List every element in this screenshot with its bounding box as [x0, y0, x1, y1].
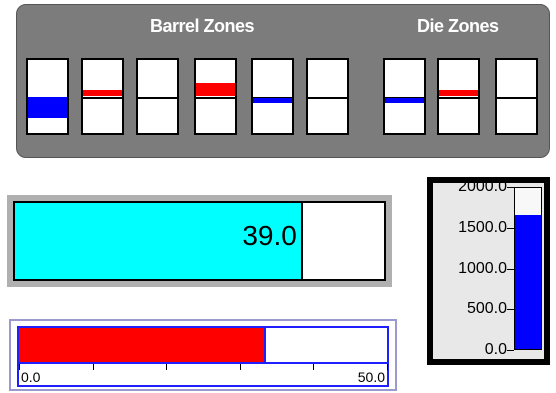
horizontal-bar-track: 39.0 — [13, 201, 386, 281]
red-bar-tick — [387, 364, 388, 370]
vertical-gauge-tick — [507, 268, 514, 270]
barrel-zones-title: Barrel Zones — [150, 16, 255, 36]
die-zones-title: Die Zones — [417, 16, 499, 36]
vertical-gauge-face: 2000.0 1500.0 1000.0 500.0 0.0 — [433, 178, 544, 359]
barrel-zone-5 — [251, 58, 294, 135]
zones-panel: Barrel Zones Die Zones — [16, 4, 550, 158]
vertical-gauge: 2000.0 1500.0 1000.0 500.0 0.0 — [427, 177, 550, 365]
red-bar-scale: 0.0 50.0 — [17, 364, 389, 387]
barrel-zone-4-indicator — [196, 83, 235, 96]
vertical-gauge-label: 0.0 — [484, 341, 507, 358]
barrel-zone-2-indicator — [83, 90, 122, 96]
horizontal-bar-value: 39.0 — [242, 220, 297, 251]
vertical-gauge-fill — [515, 214, 541, 349]
barrel-zone-5-indicator — [253, 98, 292, 103]
vertical-gauge-label: 500.0 — [466, 300, 507, 318]
vertical-gauge-tube — [514, 187, 542, 350]
vertical-gauge-tick — [507, 350, 514, 351]
red-bar-tick — [19, 364, 20, 370]
red-bar-fill — [19, 328, 266, 362]
barrel-zone-1 — [26, 58, 69, 135]
die-zone-3 — [495, 58, 538, 135]
barrel-zone-2 — [81, 58, 124, 135]
barrel-zone-3 — [136, 58, 179, 135]
die-zone-2-indicator — [439, 90, 478, 96]
red-bar-gauge: 0.0 50.0 — [9, 319, 397, 391]
red-bar-track — [17, 326, 389, 364]
red-bar-tick — [239, 364, 241, 370]
die-zone-1 — [383, 58, 426, 135]
vertical-gauge-label: 1000.0 — [458, 259, 507, 277]
red-bar-max-label: 50.0 — [357, 369, 385, 385]
horizontal-bar-gauge: 39.0 — [7, 195, 392, 287]
die-zone-2 — [437, 58, 480, 135]
vertical-gauge-tick — [507, 227, 514, 229]
vertical-gauge-label: 2000.0 — [458, 178, 507, 195]
die-zone-1-indicator — [385, 98, 424, 103]
red-bar-tick — [92, 364, 94, 370]
barrel-zone-6 — [306, 58, 349, 135]
vertical-gauge-label: 1500.0 — [458, 218, 507, 236]
vertical-gauge-tick — [507, 187, 514, 188]
barrel-zone-1-indicator — [28, 97, 67, 118]
red-bar-tick — [166, 364, 168, 370]
red-bar-tick — [313, 364, 315, 370]
barrel-zone-4 — [194, 58, 237, 135]
vertical-gauge-tick — [507, 309, 514, 311]
red-bar-min-label: 0.0 — [21, 369, 41, 385]
